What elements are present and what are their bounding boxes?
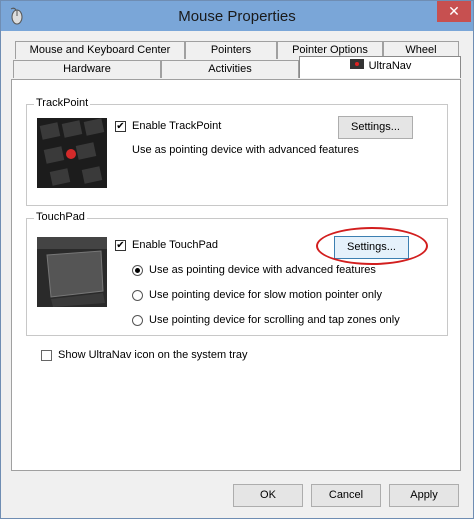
touchpad-image — [37, 237, 107, 307]
trackpoint-image — [37, 118, 107, 188]
tab-ultranav[interactable]: UltraNav — [299, 56, 461, 78]
tab-pointers[interactable]: Pointers — [185, 41, 277, 59]
tab-activities[interactable]: Activities — [161, 60, 299, 78]
show-tray-icon-label: Show UltraNav icon on the system tray — [58, 349, 248, 361]
cancel-button[interactable]: Cancel — [311, 484, 381, 507]
enable-touchpad-label: Enable TouchPad — [132, 239, 219, 251]
close-button[interactable]: ✕ — [437, 1, 471, 22]
settings-highlight-ellipse — [316, 227, 428, 265]
tab-ultranav-label: UltraNav — [368, 60, 412, 72]
radio-advanced-features-label: Use as pointing device with advanced fea… — [149, 264, 376, 276]
title-bar[interactable]: Mouse Properties ✕ — [1, 1, 473, 31]
enable-trackpoint-checkbox[interactable]: ✔ — [115, 121, 126, 132]
radio-slow-motion-label: Use pointing device for slow motion poin… — [149, 289, 382, 301]
show-tray-icon-checkbox[interactable] — [41, 350, 52, 361]
trackpoint-settings-button[interactable]: Settings... — [338, 116, 413, 139]
radio-scrolling-tap-zones[interactable] — [132, 315, 143, 326]
ultranav-panel: TrackPoint ✔ Enable TrackPoint Use as po… — [11, 79, 461, 471]
radio-slow-motion[interactable] — [132, 290, 143, 301]
mouse-properties-window: Mouse Properties ✕ Mouse and Keyboard Ce… — [0, 0, 474, 519]
ultranav-icon — [349, 59, 364, 69]
enable-touchpad-checkbox[interactable]: ✔ — [115, 240, 126, 251]
apply-button[interactable]: Apply — [389, 484, 459, 507]
trackpoint-description: Use as pointing device with advanced fea… — [132, 144, 359, 156]
radio-advanced-features[interactable] — [132, 265, 143, 276]
tab-mouse-and-keyboard-center[interactable]: Mouse and Keyboard Center — [15, 41, 185, 59]
touchpad-group-label: TouchPad — [34, 211, 87, 223]
window-title: Mouse Properties — [178, 8, 296, 25]
trackpoint-group-label: TrackPoint — [34, 97, 91, 109]
ok-button[interactable]: OK — [233, 484, 303, 507]
radio-scrolling-tap-zones-label: Use pointing device for scrolling and ta… — [149, 314, 400, 326]
enable-trackpoint-label: Enable TrackPoint — [132, 120, 222, 132]
tab-hardware[interactable]: Hardware — [13, 60, 161, 78]
